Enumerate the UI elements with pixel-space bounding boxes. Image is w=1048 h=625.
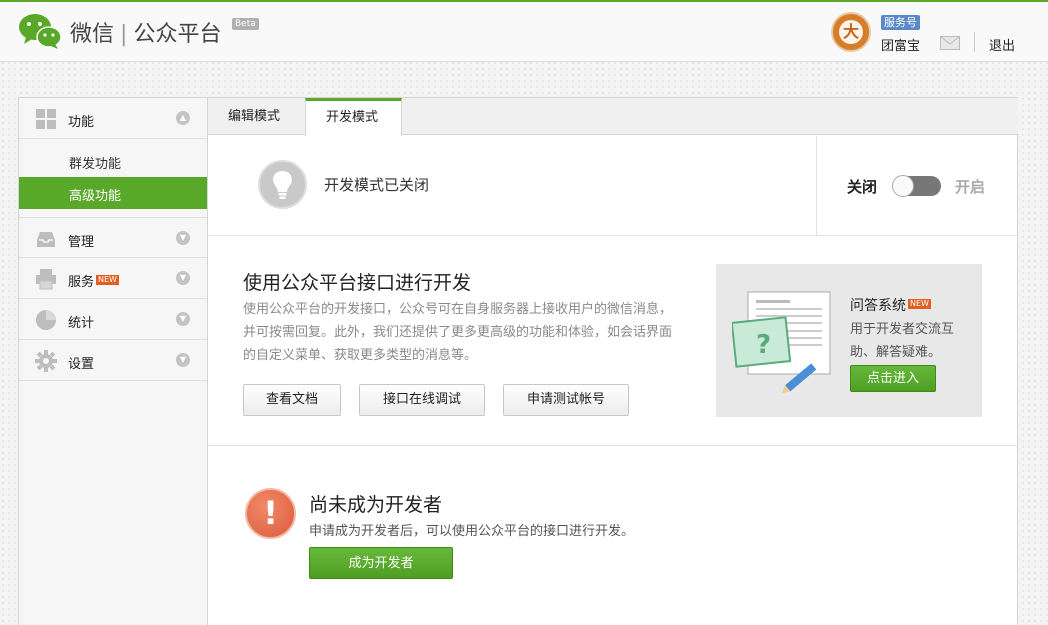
sidebar-group-functions[interactable]: 功能 ▲ [19, 98, 207, 139]
gear-icon [35, 350, 57, 372]
qa-description: 用于开发者交流互助、解答疑难。 [850, 322, 955, 360]
warning-icon: ! [245, 488, 296, 539]
sidebar-group-manage[interactable]: 管理 ▼ [19, 217, 207, 258]
switch-on-label: 开启 [955, 178, 986, 196]
sidebar-group-label: 功能 [68, 115, 95, 130]
sidebar: 功能 ▲ 群发功能 高级功能 管理 ▼ 服务 NEW ▼ 统计 ▼ 设置 ▼ [19, 98, 208, 625]
chevron-down-icon: ▼ [176, 231, 190, 245]
api-debug-button[interactable]: 接口在线调试 [359, 384, 485, 416]
new-badge: NEW [908, 299, 931, 309]
grid-icon [36, 109, 56, 129]
brand-platform: 公众平台 [133, 22, 222, 47]
brand-title: 微信 | 公众平台 [70, 16, 221, 48]
sidebar-group-settings[interactable]: 设置 ▼ [19, 340, 207, 381]
logout-link[interactable]: 退出 [989, 35, 1015, 54]
mail-icon[interactable] [940, 36, 960, 50]
sidebar-group-stats[interactable]: 统计 ▼ [19, 299, 207, 340]
pie-chart-icon [36, 310, 56, 330]
sidebar-group-label-text: 服务 [68, 275, 95, 290]
qa-title: 问答系统 NEW [850, 295, 931, 315]
svg-text:?: ? [756, 330, 771, 360]
sidebar-group-service[interactable]: 服务 NEW ▼ [19, 258, 207, 299]
developer-section: ! 尚未成为开发者 申请成为开发者后，可以使用公众平台的接口进行开发。 成为开发… [208, 446, 1018, 625]
api-section: 使用公众平台接口进行开发 使用公众平台的开发接口，公众号可在自身服务器上接收用户… [208, 236, 1018, 446]
apply-test-account-button[interactable]: 申请测试帐号 [503, 384, 629, 416]
dev-mode-switch-area: 关闭 开启 [816, 136, 1018, 236]
brand-separator: | [120, 22, 128, 47]
main-panel: 功能 ▲ 群发功能 高级功能 管理 ▼ 服务 NEW ▼ 统计 ▼ 设置 ▼ 编… [18, 97, 1018, 625]
view-docs-button[interactable]: 查看文档 [243, 384, 341, 416]
new-badge: NEW [96, 275, 119, 285]
brand-wechat: 微信 [70, 22, 115, 47]
content-area: 编辑模式 开发模式 开发模式已关闭 关闭 开启 使用公众平台接口进行开发 使用公… [208, 98, 1018, 625]
qa-system-card: ? 问答系统 NEW 用于开发者交流互助、解答疑难。 点击进入 [716, 264, 982, 417]
account-avatar[interactable]: 大 [831, 12, 871, 52]
sidebar-group-label: 统计 [68, 316, 95, 331]
qa-illustration-icon: ? [732, 291, 831, 394]
become-developer-button[interactable]: 成为开发者 [309, 547, 453, 579]
developer-description: 申请成为开发者后，可以使用公众平台的接口进行开发。 [309, 524, 635, 539]
dev-mode-status-text: 开发模式已关闭 [324, 176, 430, 194]
lightbulb-icon [258, 160, 307, 209]
sidebar-item-mass-send[interactable]: 群发功能 [19, 145, 207, 177]
api-title: 使用公众平台接口进行开发 [243, 272, 472, 294]
header-divider [974, 32, 975, 52]
switch-off-label: 关闭 [847, 178, 878, 196]
sidebar-item-advanced[interactable]: 高级功能 [19, 177, 207, 209]
chevron-up-icon: ▲ [176, 111, 190, 125]
wechat-logo-icon [19, 14, 62, 49]
dev-mode-status: 开发模式已关闭 关闭 开启 [208, 136, 1018, 236]
toggle-knob [892, 175, 914, 197]
mode-tabs: 编辑模式 开发模式 [208, 98, 1018, 136]
chevron-down-icon: ▼ [176, 271, 190, 285]
avatar-glyph: 大 [839, 20, 863, 44]
tab-developer-mode[interactable]: 开发模式 [305, 98, 402, 136]
beta-badge: Beta [232, 18, 259, 30]
qa-enter-button[interactable]: 点击进入 [850, 365, 936, 392]
chevron-down-icon: ▼ [176, 353, 190, 367]
sidebar-item-label: 高级功能 [69, 189, 122, 204]
developer-title: 尚未成为开发者 [309, 494, 443, 516]
tab-edit-mode[interactable]: 编辑模式 [208, 98, 304, 135]
dev-mode-toggle[interactable] [892, 175, 941, 197]
sidebar-group-label: 设置 [68, 357, 95, 372]
chevron-down-icon: ▼ [176, 312, 190, 326]
api-description: 使用公众平台的开发接口，公众号可在自身服务器上接收用户的微信消息，并可按需回复。… [243, 302, 673, 363]
top-header: 微信 | 公众平台 Beta 大 服务号 团富宝 退出 [0, 0, 1048, 62]
account-name[interactable]: 团富宝 [881, 35, 920, 54]
qa-title-text: 问答系统 [850, 298, 906, 314]
inbox-icon [37, 232, 55, 247]
account-type-badge: 服务号 [881, 15, 920, 30]
sidebar-item-label: 群发功能 [69, 157, 122, 172]
printer-icon [36, 269, 56, 290]
sidebar-group-label: 服务 NEW [68, 271, 119, 290]
sidebar-group-label: 管理 [68, 235, 95, 250]
